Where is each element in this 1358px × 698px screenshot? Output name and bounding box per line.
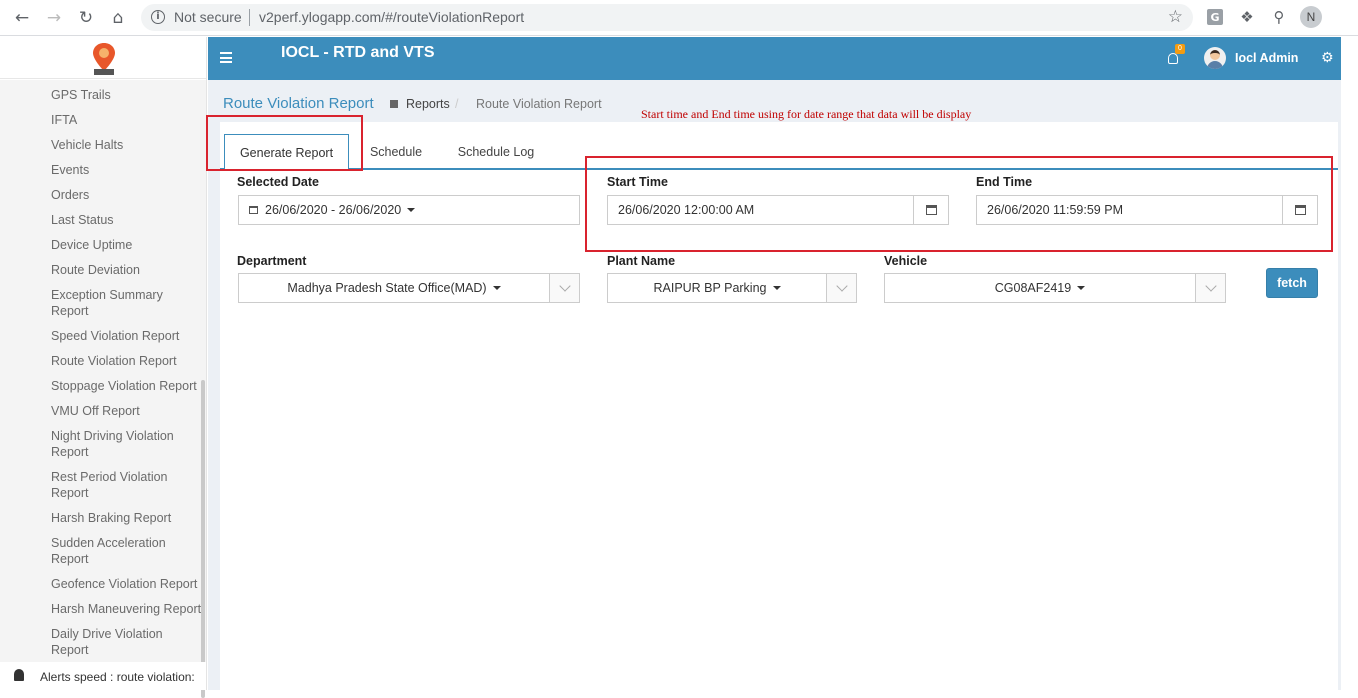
tab-schedule-log[interactable]: Schedule Log	[454, 134, 538, 170]
sidebar-item-harsh-braking[interactable]: Harsh Braking Report	[51, 510, 203, 526]
selected-date-label: Selected Date	[237, 175, 319, 189]
calendar-icon	[249, 206, 258, 214]
caret-down-icon	[407, 208, 416, 212]
home-icon[interactable]: ⌂	[107, 7, 129, 29]
highlight-box-tab	[206, 115, 363, 171]
sidebar-item-stoppage-violation[interactable]: Stoppage Violation Report	[51, 378, 203, 394]
annotation-note: Start time and End time using for date r…	[641, 107, 972, 121]
main-content: Route Violation Report Reports / Route V…	[206, 80, 1341, 690]
sidebar-item-gps-trails[interactable]: GPS Trails	[51, 87, 203, 103]
sidebar-item-night-driving[interactable]: Night Driving Violation Report	[51, 428, 183, 460]
caret-down-icon	[492, 286, 501, 290]
vehicle-select[interactable]: CG08AF2419	[884, 273, 1226, 303]
sidebar-item-sudden-acceleration[interactable]: Sudden Acceleration Report	[51, 535, 176, 567]
sidebar-menu: GPS Trails IFTA Vehicle Halts Events Ord…	[0, 80, 206, 698]
profile-avatar[interactable]: N	[1300, 6, 1322, 28]
company-logo[interactable]	[88, 41, 120, 77]
alerts-note-text: Alerts speed : route violation:	[40, 670, 195, 684]
sidebar-item-harsh-maneuvering[interactable]: Harsh Maneuvering Report	[51, 601, 203, 617]
notification-bell-icon[interactable]: 0	[1166, 44, 1185, 68]
selected-date-value: 26/06/2020 - 26/06/2020	[265, 203, 402, 217]
caret-down-icon	[772, 286, 781, 290]
forward-icon[interactable]: →	[43, 7, 65, 29]
vehicle-value: CG08AF2419	[994, 281, 1072, 295]
plant-name-select[interactable]: RAIPUR BP Parking	[607, 273, 857, 303]
extensions-puzzle-icon[interactable]: ❖	[1238, 8, 1256, 26]
sidebar-item-geofence-violation[interactable]: Geofence Violation Report	[51, 576, 203, 592]
chevron-down-icon[interactable]	[1195, 274, 1225, 302]
calendar-icon	[925, 205, 937, 215]
bookmark-star-icon[interactable]: ☆	[1168, 7, 1183, 27]
sidebar-item-daily-drive[interactable]: Daily Drive Violation Report	[51, 626, 176, 658]
plant-name-value: RAIPUR BP Parking	[653, 281, 767, 295]
key-icon[interactable]: ⚲	[1270, 8, 1288, 26]
address-bar[interactable]: i Not secure v2perf.ylogapp.com/#/routeV…	[141, 4, 1193, 31]
plant-name-label: Plant Name	[607, 254, 676, 268]
reload-icon[interactable]: ↻	[75, 7, 97, 29]
sidebar-item-ifta[interactable]: IFTA	[51, 112, 203, 128]
breadcrumb-separator: /	[455, 97, 459, 111]
sidebar-item-events[interactable]: Events	[51, 162, 203, 178]
sidebar-item-device-uptime[interactable]: Device Uptime	[51, 237, 203, 253]
sidebar-item-exception-summary[interactable]: Exception Summary Report	[51, 287, 171, 319]
settings-gears-icon[interactable]: ⚙	[1321, 50, 1334, 66]
end-time-input[interactable]: 26/06/2020 11:59:59 PM	[976, 195, 1318, 225]
department-select[interactable]: Madhya Pradesh State Office(MAD)	[238, 273, 580, 303]
page-title: Route Violation Report	[223, 95, 374, 112]
sidebar-item-vehicle-halts[interactable]: Vehicle Halts	[51, 137, 203, 153]
fetch-button[interactable]: fetch	[1266, 268, 1318, 298]
alerts-note: Alerts speed : route violation:	[0, 662, 206, 690]
alert-bell-icon	[14, 669, 24, 681]
sidebar-item-vmu-off[interactable]: VMU Off Report	[51, 403, 203, 419]
sidebar-item-route-violation[interactable]: Route Violation Report	[51, 353, 203, 369]
sidebar-item-speed-violation[interactable]: Speed Violation Report	[51, 328, 203, 344]
app-header: IOCL - RTD and VTS 0 Iocl Admin ⚙	[208, 37, 1341, 80]
sidebar-item-rest-period[interactable]: Rest Period Violation Report	[51, 469, 176, 501]
end-time-calendar-button[interactable]	[1282, 196, 1317, 224]
breadcrumb-reports[interactable]: Reports	[406, 97, 450, 111]
dashboard-icon	[390, 100, 398, 108]
department-label: Department	[237, 254, 307, 268]
back-icon[interactable]: ←	[11, 7, 33, 29]
user-name[interactable]: Iocl Admin	[1235, 51, 1298, 65]
start-time-value: 26/06/2020 12:00:00 AM	[618, 203, 755, 217]
app-title: IOCL - RTD and VTS	[281, 44, 435, 61]
end-time-value: 26/06/2020 11:59:59 PM	[987, 203, 1123, 217]
start-time-label: Start Time	[607, 175, 668, 189]
security-label: Not secure	[174, 9, 242, 25]
notification-badge: 0	[1175, 44, 1185, 54]
report-panel: Generate Report Schedule Schedule Log Se…	[206, 115, 1338, 690]
start-time-calendar-button[interactable]	[913, 196, 948, 224]
chevron-down-icon[interactable]	[826, 274, 856, 302]
breadcrumb-current: Route Violation Report	[476, 97, 602, 111]
sidebar-item-last-status[interactable]: Last Status	[51, 212, 203, 228]
sidebar-item-route-deviation[interactable]: Route Deviation	[51, 262, 203, 278]
selected-date-picker[interactable]: 26/06/2020 - 26/06/2020	[238, 195, 580, 225]
logo-area	[0, 37, 206, 79]
url-text[interactable]: v2perf.ylogapp.com/#/routeViolationRepor…	[259, 9, 524, 25]
info-icon[interactable]: i	[151, 10, 165, 24]
tab-schedule[interactable]: Schedule	[360, 134, 432, 170]
start-time-input[interactable]: 26/06/2020 12:00:00 AM	[607, 195, 949, 225]
caret-down-icon	[1077, 286, 1086, 290]
sidebar: GPS Trails IFTA Vehicle Halts Events Ord…	[0, 37, 207, 698]
user-avatar[interactable]	[1204, 47, 1226, 69]
sidebar-item-orders[interactable]: Orders	[51, 187, 203, 203]
chevron-down-icon[interactable]	[549, 274, 579, 302]
department-value: Madhya Pradesh State Office(MAD)	[287, 281, 487, 295]
hamburger-menu-icon[interactable]	[220, 52, 232, 63]
browser-toolbar: ← → ↻ ⌂ i Not secure v2perf.ylogapp.com/…	[0, 0, 1358, 36]
omnibox-divider	[249, 9, 250, 26]
end-time-label: End Time	[976, 175, 1033, 189]
vehicle-label: Vehicle	[884, 254, 928, 268]
sidebar-scrollbar[interactable]	[201, 380, 205, 698]
calendar-icon	[1294, 205, 1306, 215]
extension-g-icon[interactable]: G	[1207, 9, 1223, 25]
